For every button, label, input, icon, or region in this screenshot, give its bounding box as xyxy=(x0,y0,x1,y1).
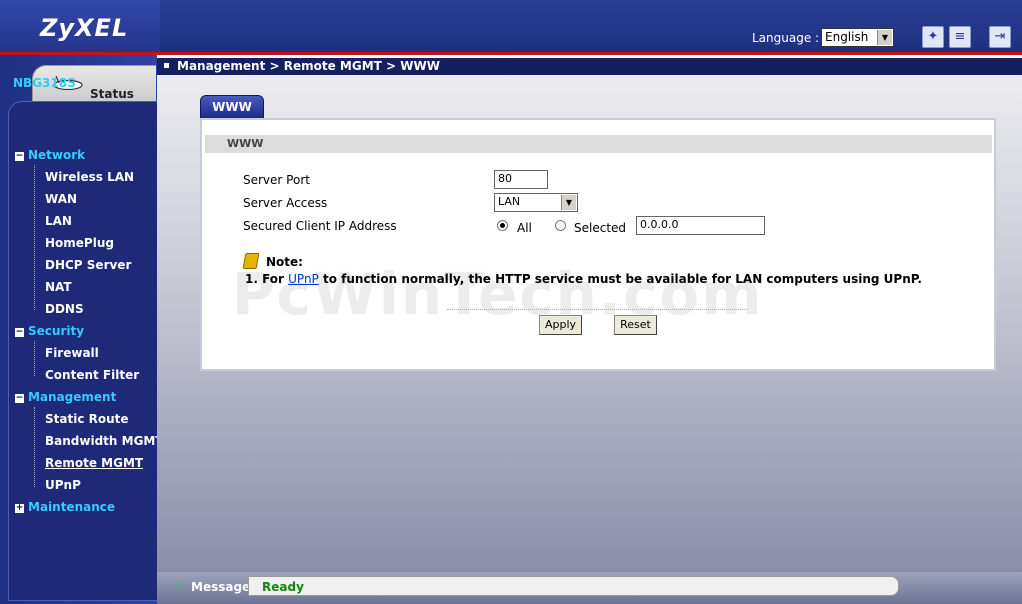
nav-group-management[interactable]: − Management xyxy=(15,390,116,404)
chevron-down-icon: ▼ xyxy=(877,30,892,45)
message-box: Ready xyxy=(248,576,899,596)
server-port-input[interactable]: 80 xyxy=(494,170,548,189)
sidebar-item-bandwidth-mgmt[interactable]: Bandwidth MGMT xyxy=(45,434,164,448)
sidebar-item-ddns[interactable]: DDNS xyxy=(45,302,84,316)
language-value: English xyxy=(825,30,869,44)
logout-icon[interactable]: ⇥ xyxy=(989,26,1011,48)
watermark: PcWinTech.com xyxy=(232,260,764,328)
sidebar-item-homeplug[interactable]: HomePlug xyxy=(45,236,114,250)
server-access-select[interactable]: LAN ▼ xyxy=(494,193,578,212)
tree-line xyxy=(34,341,35,376)
status-label: Status xyxy=(90,87,134,101)
client-ip-input[interactable]: 0.0.0.0 xyxy=(636,216,765,235)
sidebar-item-lan[interactable]: LAN xyxy=(45,214,72,228)
tree-line xyxy=(34,407,35,487)
top-header: ZyXEL Language : English ▼ ✦ ≡ ⇥ xyxy=(0,0,1022,55)
sidebar-item-wireless-lan[interactable]: Wireless LAN xyxy=(45,170,134,184)
expand-icon: + xyxy=(15,503,24,513)
sidebar-item-nat[interactable]: NAT xyxy=(45,280,72,294)
reset-button[interactable]: Reset xyxy=(614,315,657,335)
radio-all[interactable] xyxy=(497,220,508,231)
note-icon xyxy=(242,253,260,269)
collapse-icon: − xyxy=(15,393,24,403)
sidebar-item-remote-mgmt[interactable]: Remote MGMT xyxy=(45,456,143,470)
server-access-value: LAN xyxy=(498,195,521,208)
note-title: Note: xyxy=(266,255,303,269)
radio-all-label: All xyxy=(517,221,532,235)
tab-www[interactable]: WWW xyxy=(200,95,264,119)
sidebar-item-content-filter[interactable]: Content Filter xyxy=(45,368,139,382)
divider xyxy=(447,309,747,310)
breadcrumb-bar: Management > Remote MGMT > WWW xyxy=(157,58,1022,75)
radio-selected[interactable] xyxy=(555,220,566,231)
sidebar-item-dhcp-server[interactable]: DHCP Server xyxy=(45,258,131,272)
sidebar-item-wan[interactable]: WAN xyxy=(45,192,77,206)
nav-group-maintenance[interactable]: + Maintenance xyxy=(15,500,115,514)
brand-logo: ZyXEL xyxy=(40,14,129,42)
section-header: WWW xyxy=(205,135,992,153)
sidebar-item-static-route[interactable]: Static Route xyxy=(45,412,129,426)
sidebar-item-firewall[interactable]: Firewall xyxy=(45,346,99,360)
grip-icon xyxy=(175,581,184,590)
tree-line xyxy=(34,165,35,310)
device-name: NBG318S xyxy=(13,76,76,90)
apply-button[interactable]: Apply xyxy=(539,315,582,335)
server-access-label: Server Access xyxy=(243,196,328,210)
sidebar-item-upnp[interactable]: UPnP xyxy=(45,478,81,492)
settings-panel: WWW PcWinTech.com Server Port 80 Server … xyxy=(200,118,996,371)
upnp-link[interactable]: UPnP xyxy=(288,272,319,286)
main-content: WWW WWW PcWinTech.com Server Port 80 Ser… xyxy=(157,75,1022,572)
language-select[interactable]: English ▼ xyxy=(821,28,894,47)
status-footer: Message Ready xyxy=(157,572,1022,604)
bullet-icon xyxy=(164,63,169,68)
server-port-label: Server Port xyxy=(243,173,310,187)
collapse-icon: − xyxy=(15,151,24,161)
nav-group-network[interactable]: − Network xyxy=(15,148,85,162)
nav-group-security[interactable]: − Security xyxy=(15,324,84,338)
radio-selected-label: Selected xyxy=(574,221,627,235)
note-text: 1. For UPnP to function normally, the HT… xyxy=(245,272,922,286)
collapse-icon: − xyxy=(15,327,24,337)
breadcrumb: Management > Remote MGMT > WWW xyxy=(177,59,440,73)
secured-ip-label: Secured Client IP Address xyxy=(243,219,397,233)
language-label: Language : xyxy=(752,31,820,45)
notes-icon[interactable]: ≡ xyxy=(949,26,971,48)
chevron-down-icon: ▼ xyxy=(561,195,576,210)
message-label: Message xyxy=(191,580,251,594)
wizard-icon[interactable]: ✦ xyxy=(922,26,944,48)
